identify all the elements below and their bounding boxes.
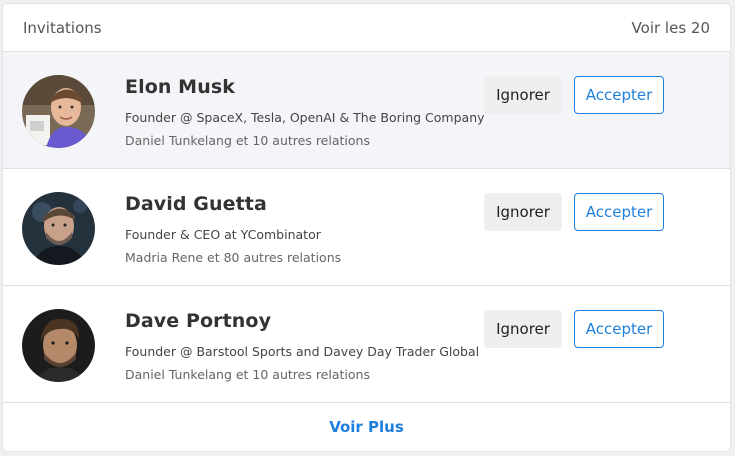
mutual-connections: Daniel Tunkelang et 10 autres relations: [125, 133, 370, 148]
invitation-info: Elon Musk Founder @ SpaceX, Tesla, OpenA…: [125, 76, 485, 148]
profile-photo-icon: [22, 309, 95, 382]
ignore-button[interactable]: Ignorer: [484, 310, 562, 348]
ignore-button[interactable]: Ignorer: [484, 76, 562, 114]
invitation-info: Dave Portnoy Founder @ Barstool Sports a…: [125, 310, 479, 382]
accept-button[interactable]: Accepter: [574, 76, 664, 114]
profile-photo-icon: [22, 192, 95, 265]
see-all-link[interactable]: Voir les 20: [632, 19, 710, 37]
avatar[interactable]: [22, 75, 95, 148]
profile-photo-icon: [22, 75, 95, 148]
invitation-row: David Guetta Founder & CEO at YCombinato…: [3, 169, 730, 286]
person-headline: Founder @ SpaceX, Tesla, OpenAI & The Bo…: [125, 110, 485, 125]
mutual-connections: Madria Rene et 80 autres relations: [125, 250, 342, 265]
invitation-info: David Guetta Founder & CEO at YCombinato…: [125, 193, 341, 265]
invitation-row: Dave Portnoy Founder @ Barstool Sports a…: [3, 286, 730, 403]
invitations-header: Invitations Voir les 20: [3, 4, 730, 52]
invitations-title: Invitations: [23, 18, 102, 37]
see-more-link[interactable]: Voir Plus: [329, 418, 404, 436]
accept-button[interactable]: Accepter: [574, 310, 664, 348]
invitations-card: Invitations Voir les 20 Elon Musk Founde…: [2, 3, 731, 452]
mutual-connections: Daniel Tunkelang et 10 autres relations: [125, 367, 370, 382]
person-name[interactable]: Elon Musk: [125, 76, 485, 98]
ignore-button[interactable]: Ignorer: [484, 193, 562, 231]
accept-button[interactable]: Accepter: [574, 193, 664, 231]
avatar[interactable]: [22, 192, 95, 265]
person-headline: Founder & CEO at YCombinator: [125, 227, 321, 242]
person-headline: Founder @ Barstool Sports and Davey Day …: [125, 344, 480, 359]
person-name[interactable]: Dave Portnoy: [125, 310, 479, 332]
avatar[interactable]: [22, 309, 95, 382]
invitations-footer: Voir Plus: [3, 403, 730, 451]
invitation-row: Elon Musk Founder @ SpaceX, Tesla, OpenA…: [3, 52, 730, 169]
person-name[interactable]: David Guetta: [125, 193, 341, 215]
